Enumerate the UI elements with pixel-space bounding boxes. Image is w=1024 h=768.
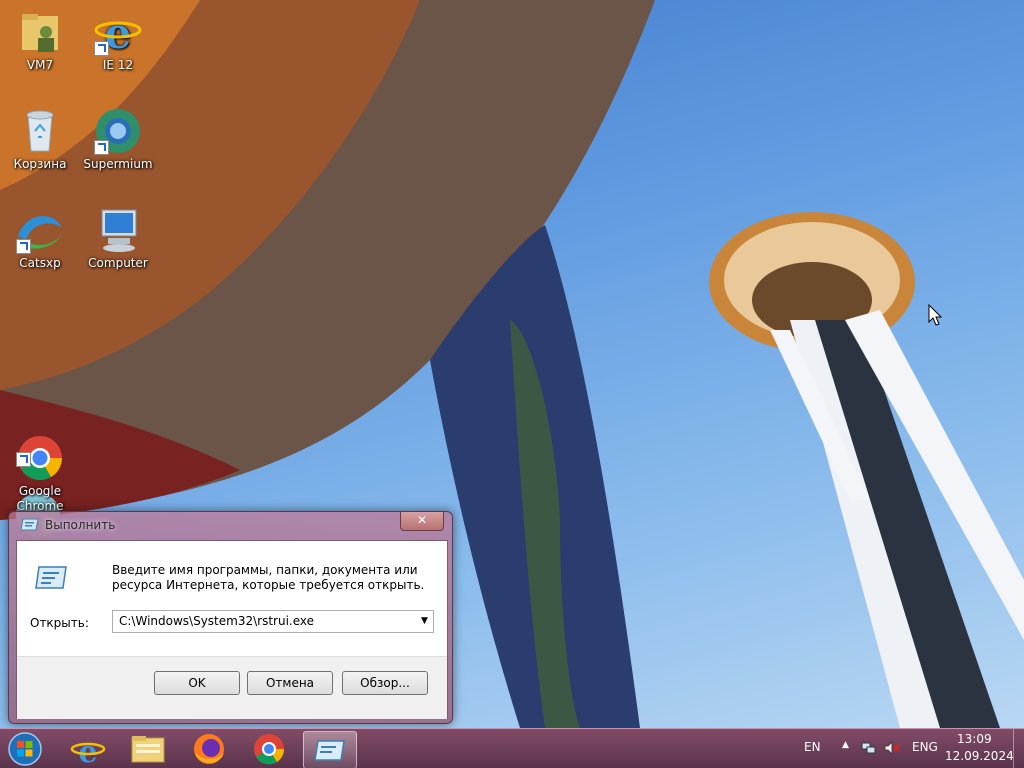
taskbar-item-explorer[interactable] [122, 731, 174, 767]
mouse-cursor-icon [928, 304, 942, 326]
taskbar: e EN ▲ ENG 13:09 12.09.2024 [0, 728, 1024, 768]
shortcut-arrow-icon [94, 41, 109, 56]
space-needle [709, 212, 1024, 728]
desktop-icon-label: Корзина [13, 157, 67, 171]
folder-user-icon [16, 8, 64, 56]
desktop-icon-label: VM7 [26, 58, 54, 72]
shortcut-arrow-icon [94, 140, 109, 155]
run-dialog-description: Введите имя программы, папки, документа … [112, 563, 425, 592]
desktop-icon-label: Google Chrome [16, 484, 64, 513]
taskbar-item-firefox[interactable] [183, 731, 235, 767]
clock-time[interactable]: 13:09 [957, 732, 992, 746]
network-icon[interactable] [861, 741, 877, 755]
cancel-button[interactable]: Отмена [247, 671, 333, 695]
desktop: VM7 e IE 12 Корзина Supermium Catsxp Com [0, 0, 1024, 728]
taskbar-item-chrome[interactable] [243, 731, 295, 767]
catsxp-icon [16, 206, 64, 254]
run-dialog-titlebar[interactable]: Выполнить ✕ [9, 512, 452, 538]
taskbar-item-run[interactable] [303, 731, 357, 768]
desktop-icon-label: Catsxp [19, 256, 61, 270]
desktop-icon-label: IE 12 [102, 58, 134, 72]
desktop-icon-catsxp[interactable]: Catsxp [0, 206, 80, 271]
internet-explorer-icon: e [70, 735, 106, 768]
language-indicator[interactable]: ENG [912, 740, 938, 754]
supermium-icon [94, 107, 142, 155]
ok-button[interactable]: OK [154, 671, 240, 695]
recycle-bin-icon [16, 107, 64, 155]
clock-date[interactable]: 12.09.2024 [945, 749, 1014, 763]
taskbar-item-ie[interactable]: e [62, 731, 114, 768]
run-dialog-title: Выполнить [45, 518, 116, 532]
run-icon [35, 564, 67, 590]
internet-explorer-icon: e [94, 8, 142, 58]
language-indicator-short[interactable]: EN [804, 740, 821, 754]
computer-icon [94, 206, 142, 254]
desktop-icon-vm7[interactable]: VM7 [0, 8, 80, 73]
shortcut-arrow-icon [16, 452, 31, 467]
desktop-icon-ie12[interactable]: e IE 12 [78, 8, 158, 73]
desktop-icon-computer[interactable]: Computer [78, 206, 158, 271]
chrome-icon [16, 419, 64, 480]
browse-button[interactable]: Обзор... [342, 671, 428, 695]
run-dialog: Выполнить ✕ Введите имя программы, папки… [8, 511, 453, 724]
start-button[interactable] [6, 731, 44, 767]
file-explorer-icon [131, 736, 165, 763]
desktop-icon-label: Supermium [83, 157, 153, 171]
desktop-icon-google-chrome[interactable]: Google Chrome [0, 404, 80, 514]
open-label: Открыть: [30, 616, 89, 630]
shortcut-arrow-icon [16, 239, 31, 254]
open-combobox[interactable]: C:\Windows\System32\rstrui.exe ▼ [112, 610, 434, 633]
desktop-icon-recycle-bin[interactable]: Корзина [0, 107, 80, 172]
firefox-icon [194, 734, 224, 764]
run-dialog-button-bar: OK Отмена Обзор... [17, 656, 447, 719]
run-dialog-body: Введите имя программы, папки, документа … [16, 540, 448, 719]
volume-muted-icon[interactable] [884, 741, 900, 755]
show-hidden-icons-icon[interactable]: ▲ [842, 740, 849, 750]
close-button[interactable]: ✕ [400, 512, 444, 531]
chrome-icon [254, 734, 285, 765]
windows-logo-icon [8, 732, 42, 766]
run-icon [20, 517, 39, 531]
show-desktop-button[interactable] [1013, 729, 1024, 768]
desktop-icon-label: Computer [88, 256, 148, 270]
run-dialog-icon [314, 740, 345, 761]
system-tray: EN ▲ ENG 13:09 12.09.2024 [794, 729, 1024, 768]
svg-text:e: e [78, 735, 97, 767]
chevron-down-icon[interactable]: ▼ [416, 611, 433, 632]
desktop-icon-supermium[interactable]: Supermium [78, 107, 158, 172]
open-input[interactable]: C:\Windows\System32\rstrui.exe [119, 614, 314, 628]
